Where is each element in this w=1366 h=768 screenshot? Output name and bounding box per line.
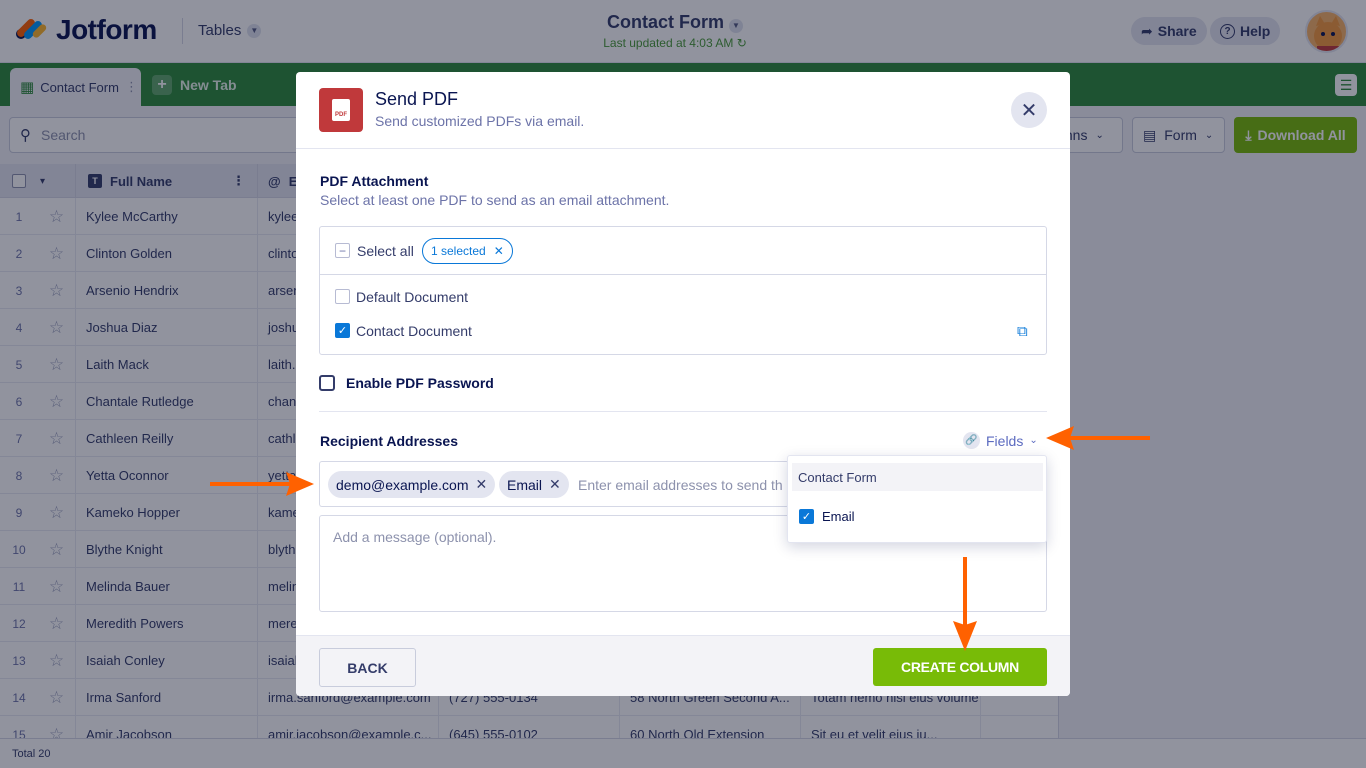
enable-password-label[interactable]: Enable PDF Password bbox=[346, 375, 494, 391]
select-all-checkbox[interactable]: − bbox=[335, 243, 350, 258]
pdf-attachment-subtitle: Select at least one PDF to send as an em… bbox=[320, 192, 670, 208]
arrow-pointer-recipients bbox=[210, 472, 314, 496]
checkbox-checked-icon[interactable]: ✓ bbox=[799, 509, 814, 524]
recipient-chip: Email ✕ bbox=[499, 471, 569, 498]
arrow-pointer-create-column bbox=[953, 557, 977, 651]
section-divider bbox=[319, 411, 1047, 412]
recipient-placeholder: Enter email addresses to send th bbox=[578, 477, 783, 493]
attachment-list-header: − Select all 1 selected ✕ bbox=[320, 227, 1046, 275]
close-icon[interactable]: ✕ bbox=[1011, 92, 1047, 128]
close-icon[interactable]: ✕ bbox=[476, 476, 488, 493]
modal-subtitle: Send customized PDFs via email. bbox=[375, 113, 585, 129]
arrow-pointer-fields bbox=[1046, 426, 1150, 450]
fields-dropdown: Contact Form ✓ Email bbox=[787, 455, 1047, 543]
pdf-icon: PDF bbox=[319, 88, 363, 132]
modal-title: Send PDF bbox=[375, 89, 459, 109]
contact-document-checkbox[interactable]: ✓ bbox=[335, 323, 350, 338]
close-icon[interactable]: ✕ bbox=[494, 244, 504, 258]
contact-document-label[interactable]: Contact Document bbox=[356, 323, 472, 339]
dropdown-group-label: Contact Form bbox=[792, 463, 1043, 491]
message-placeholder: Add a message (optional). bbox=[333, 529, 497, 545]
default-document-label[interactable]: Default Document bbox=[356, 289, 468, 305]
recipient-input[interactable]: demo@example.com ✕ Email ✕ Enter email a… bbox=[319, 461, 789, 507]
select-all-label[interactable]: Select all bbox=[357, 243, 414, 259]
back-button[interactable]: BACK bbox=[319, 648, 416, 687]
link-icon: 🔗 bbox=[963, 432, 980, 449]
pdf-attachment-list: − Select all 1 selected ✕ Default Docume… bbox=[319, 226, 1047, 355]
enable-password-checkbox[interactable] bbox=[319, 375, 335, 391]
selected-count-pill[interactable]: 1 selected ✕ bbox=[422, 238, 513, 264]
chevron-down-icon: ⌄ bbox=[1029, 435, 1038, 446]
recipient-chip: demo@example.com ✕ bbox=[328, 471, 496, 498]
close-icon[interactable]: ✕ bbox=[549, 476, 561, 493]
dropdown-item-email[interactable]: ✓ Email bbox=[799, 509, 855, 524]
modal-header: PDF Send PDF Send customized PDFs via em… bbox=[296, 72, 1070, 149]
pdf-attachment-title: PDF Attachment bbox=[320, 173, 429, 189]
fields-dropdown-toggle[interactable]: 🔗 Fields ⌄ bbox=[963, 432, 1038, 449]
recipient-addresses-title: Recipient Addresses bbox=[320, 433, 458, 449]
external-link-icon[interactable]: ⧉ bbox=[1017, 323, 1028, 340]
default-document-checkbox[interactable] bbox=[335, 289, 350, 304]
